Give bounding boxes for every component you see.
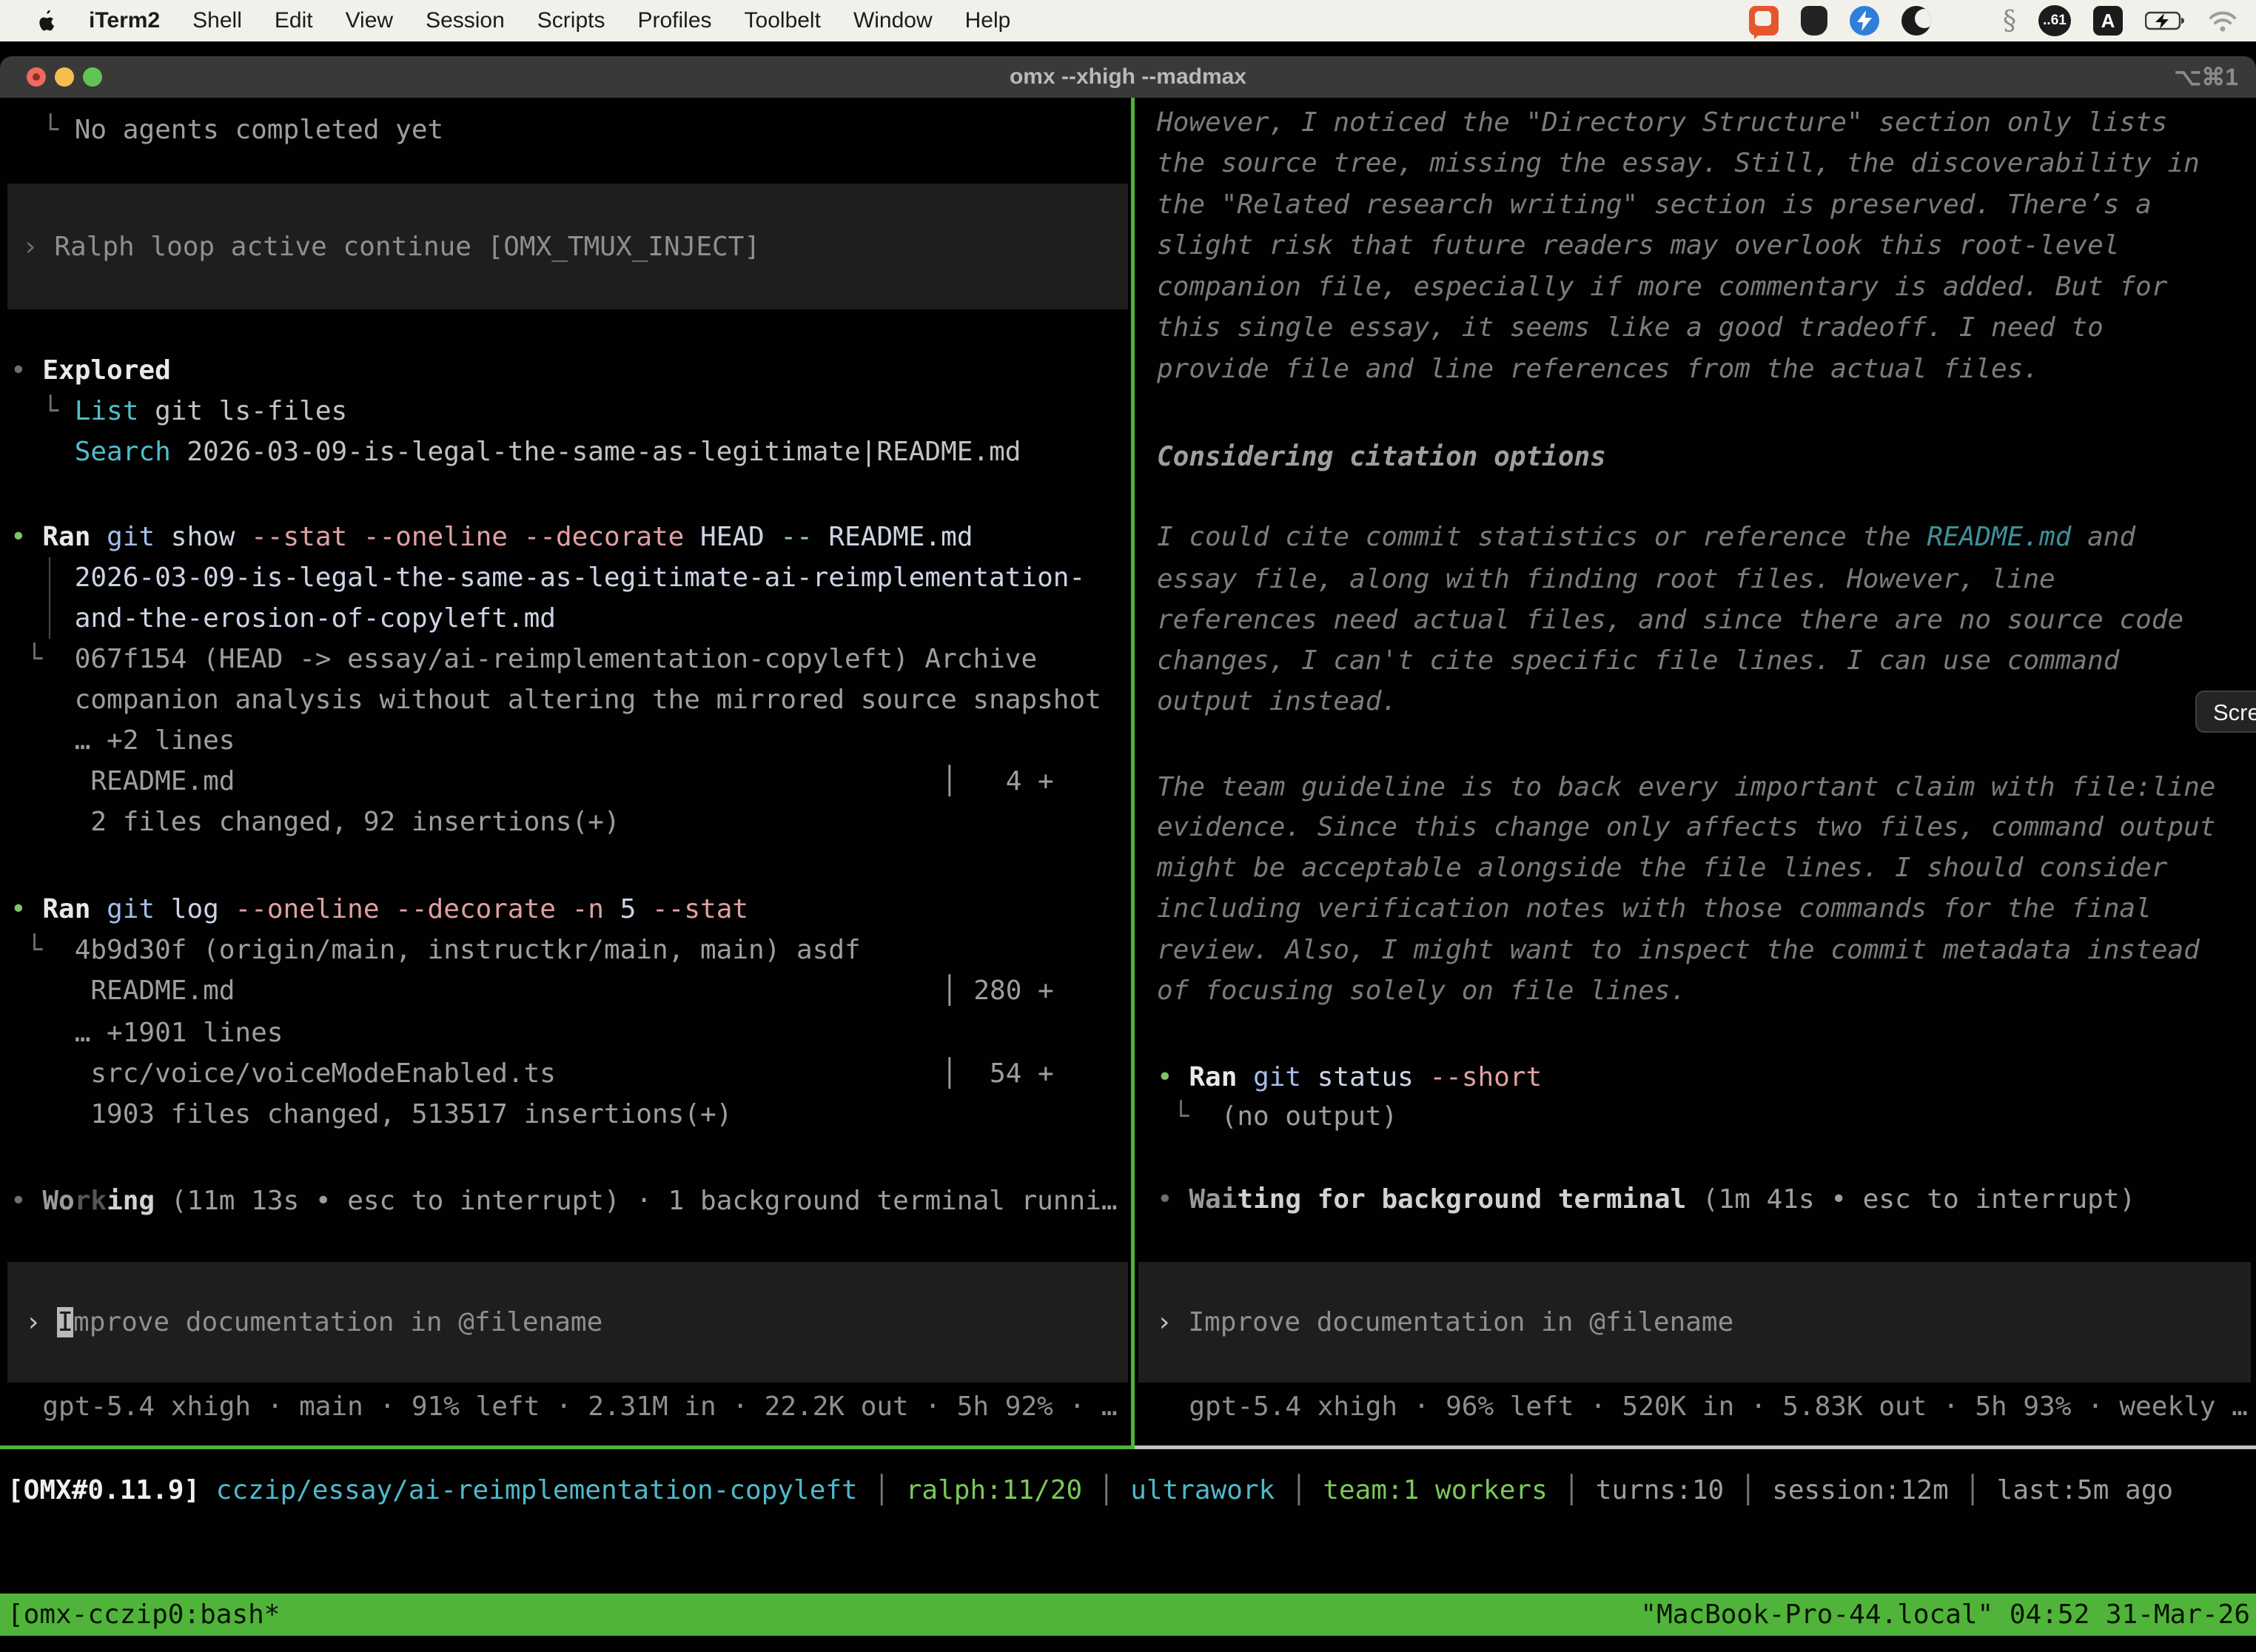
menu-item-help[interactable]: Help bbox=[965, 8, 1011, 33]
menu-bar-status-icons: § ..61 A bbox=[1749, 5, 2256, 36]
menu-item-view[interactable]: View bbox=[346, 8, 393, 33]
menu-item-toolbelt[interactable]: Toolbelt bbox=[745, 8, 821, 33]
terminal: └ No agents completed yet› Ralph loop ac… bbox=[0, 98, 2256, 1652]
omx-status-area: [OMX#0.11.9] cczip/essay/ai-reimplementa… bbox=[7, 98, 2250, 1652]
screenshot-tooltip[interactable]: Scre bbox=[2195, 691, 2256, 733]
window-title-bar: omx --xhigh --madmax ⌥⌘1 bbox=[0, 56, 2256, 98]
battery-charging-icon[interactable] bbox=[2145, 10, 2186, 31]
right-pane-bottom-border bbox=[1135, 1446, 2256, 1449]
dark-mode-moon-icon[interactable] bbox=[1901, 6, 1931, 36]
shield-grid-icon[interactable] bbox=[1801, 6, 1827, 36]
tmux-status-bar: [omx-cczip0:bash* "MacBook-Pro-44.local"… bbox=[0, 1594, 2256, 1636]
tmux-session-window-label: [omx-cczip0:bash* bbox=[0, 1594, 280, 1636]
left-pane-bottom-border bbox=[0, 1446, 1135, 1449]
menu-item-iterm2[interactable]: iTerm2 bbox=[89, 8, 160, 33]
menu-bar: iTerm2 Shell Edit View Session Scripts Profile… bbox=[0, 0, 2256, 41]
menu-item-shell[interactable]: Shell bbox=[192, 8, 242, 33]
menu-item-edit[interactable]: Edit bbox=[275, 8, 313, 33]
omx-status-line: [OMX#0.11.9] cczip/essay/ai-reimplementa… bbox=[7, 1470, 2250, 1511]
squiggle-icon[interactable]: § bbox=[2003, 6, 2016, 36]
chat-app-icon[interactable] bbox=[1749, 6, 1779, 36]
menu-item-window[interactable]: Window bbox=[853, 8, 933, 33]
pane-divider[interactable] bbox=[1131, 98, 1135, 1449]
window-title: omx --xhigh --madmax bbox=[0, 56, 2256, 98]
window-shortcut-badge: ⌥⌘1 bbox=[2174, 56, 2238, 98]
menu-item-profiles[interactable]: Profiles bbox=[637, 8, 711, 33]
blue-badge-bolt-icon[interactable] bbox=[1850, 6, 1879, 36]
menu-bar-menus: iTerm2 Shell Edit View Session Scripts Profile… bbox=[0, 8, 1010, 33]
grid-dots-icon[interactable] bbox=[1953, 7, 1981, 35]
apple-icon[interactable] bbox=[37, 10, 56, 32]
keyboard-layout-a-icon[interactable]: A bbox=[2093, 6, 2123, 36]
menu-item-scripts[interactable]: Scripts bbox=[537, 8, 605, 33]
tmux-host-clock-label: "MacBook-Pro-44.local" 04:52 31-Mar-26 bbox=[1640, 1594, 2256, 1636]
menu-item-session[interactable]: Session bbox=[426, 8, 505, 33]
gauge-61-icon[interactable]: ..61 bbox=[2038, 5, 2071, 36]
wifi-icon[interactable] bbox=[2209, 10, 2237, 32]
